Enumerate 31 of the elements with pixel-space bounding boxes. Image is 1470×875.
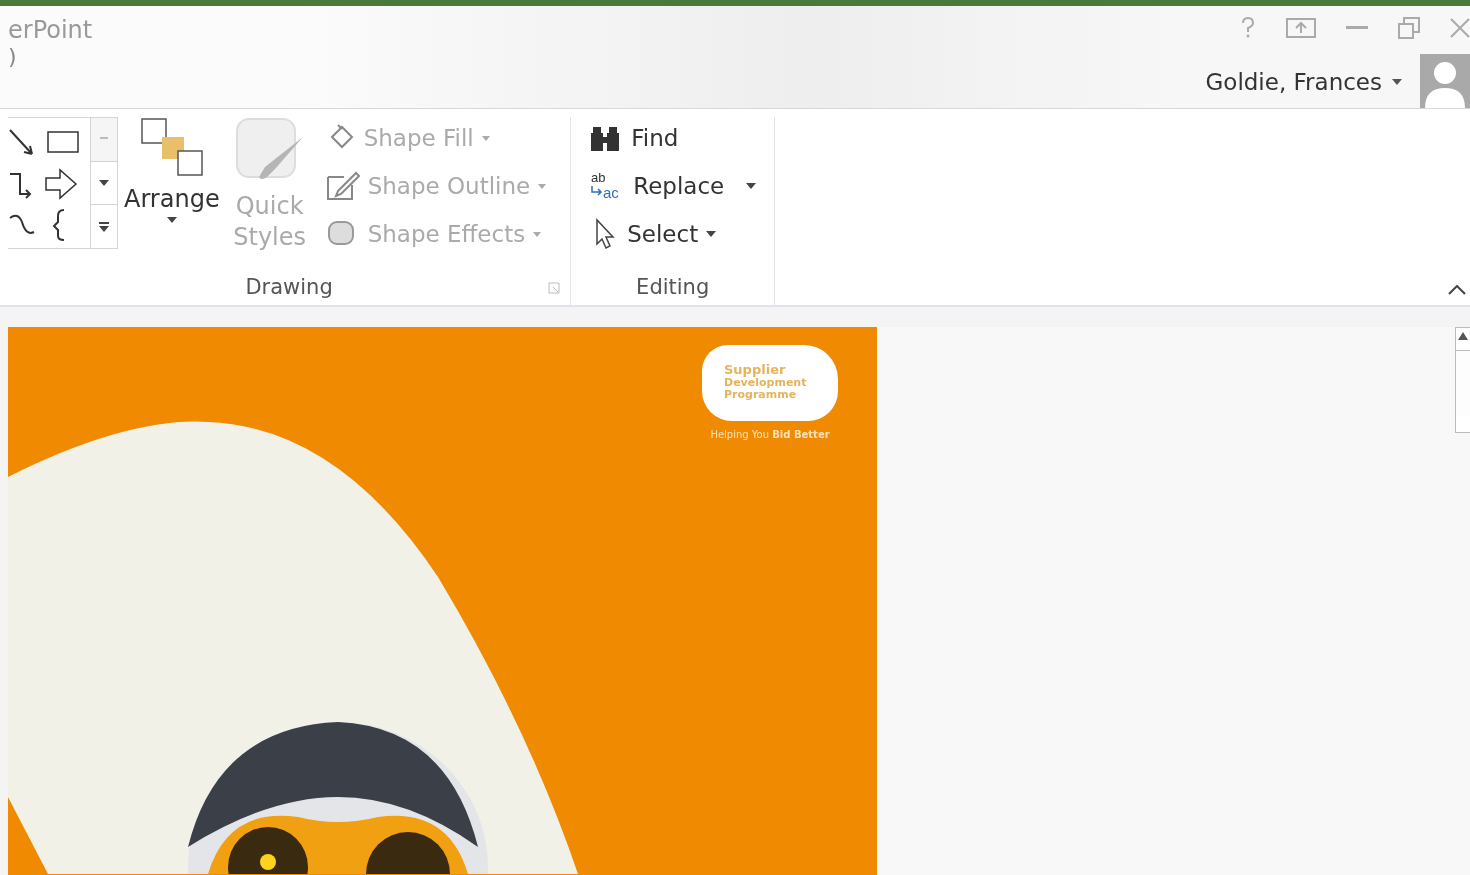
- arrange-button[interactable]: Arrange: [118, 117, 226, 223]
- caret-icon: [481, 135, 490, 141]
- caret-icon: [533, 231, 542, 237]
- dialog-launcher-icon[interactable]: [548, 282, 561, 294]
- caret-icon: [538, 183, 547, 189]
- ribbon-display-icon[interactable]: [1286, 18, 1316, 38]
- editing-button[interactable]: Find: [585, 117, 683, 159]
- minimize-icon[interactable]: [1346, 26, 1368, 30]
- logo-text: Supplier: [724, 363, 787, 378]
- editing-button[interactable]: Select: [585, 213, 721, 255]
- scrollbar[interactable]: [1455, 327, 1470, 433]
- window-title: erPoint: [8, 16, 93, 44]
- group-label: Drawing: [245, 275, 333, 299]
- restore-icon[interactable]: [1398, 17, 1420, 39]
- pencil-icon: [325, 171, 360, 201]
- caret-icon: [746, 183, 757, 189]
- account-menu[interactable]: Goldie, Frances: [1199, 68, 1408, 96]
- group-label: Editing: [636, 275, 710, 299]
- logo-tagline: Helping You Bid Better: [710, 429, 830, 441]
- avatar-icon[interactable]: [1420, 54, 1470, 108]
- caret-icon: [166, 217, 177, 223]
- caret-icon: [706, 231, 717, 237]
- logo-text: Development: [724, 377, 808, 390]
- editing-button[interactable]: ab ac Replace: [585, 165, 761, 207]
- close-icon[interactable]: [1450, 18, 1470, 38]
- collapse-ribbon-icon[interactable]: [1448, 285, 1466, 295]
- logo-text: Programme: [724, 389, 798, 402]
- help-icon[interactable]: [1240, 17, 1256, 39]
- window-subtitle: ): [8, 44, 18, 69]
- shapes-gallery[interactable]: [8, 117, 118, 249]
- caret-icon: [1392, 79, 1402, 85]
